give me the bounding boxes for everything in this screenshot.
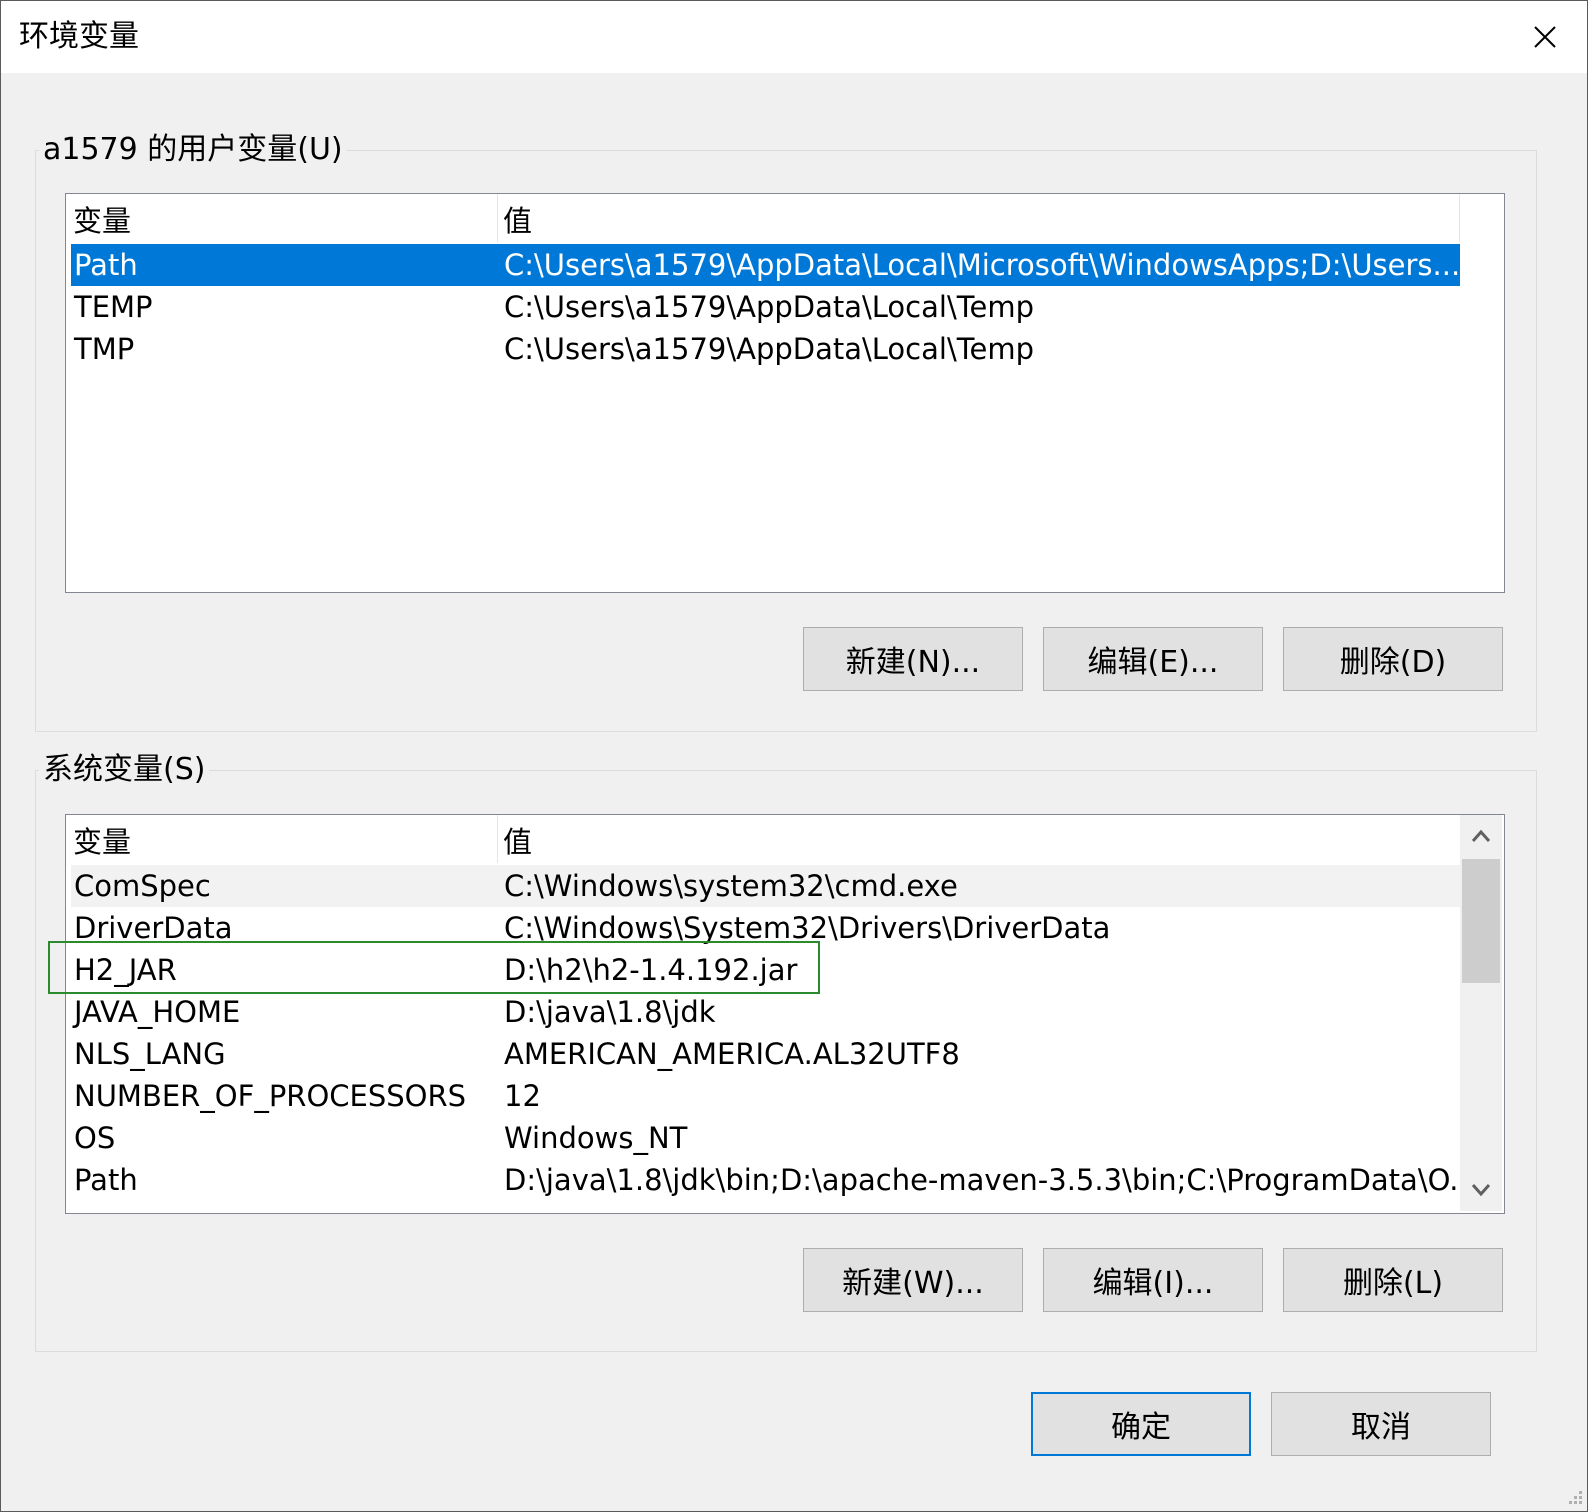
variable-value: C:\Windows\system32\cmd.exe	[504, 869, 958, 903]
variable-name: H2_JAR	[74, 953, 177, 987]
variable-value: Windows_NT	[504, 1121, 688, 1155]
table-row[interactable]: Path C:\Users\a1579\AppData\Local\Micros…	[71, 244, 1460, 286]
variable-value: C:\Users\a1579\AppData\Local\Temp	[504, 290, 1035, 324]
title-bar[interactable]: 环境变量	[1, 1, 1587, 73]
cancel-button[interactable]: 取消	[1271, 1392, 1491, 1456]
variable-name: Path	[74, 248, 138, 282]
column-separator[interactable]	[1459, 194, 1460, 242]
system-variables-list[interactable]: 变量 值 ComSpec C:\Windows\system32\cmd.exe…	[65, 814, 1505, 1214]
system-delete-button[interactable]: 删除(L)	[1283, 1248, 1503, 1312]
system-variables-label: 系统变量(S)	[39, 750, 210, 790]
column-header-name[interactable]: 变量	[73, 815, 131, 865]
close-button[interactable]	[1503, 1, 1587, 73]
column-header-value[interactable]: 值	[503, 815, 532, 865]
variable-name: DriverData	[74, 911, 233, 945]
variable-name: NUMBER_OF_PROCESSORS	[74, 1079, 467, 1113]
variable-value: C:\Users\a1579\AppData\Local\Microsoft\W…	[504, 248, 1461, 282]
scroll-down-button[interactable]	[1460, 1169, 1502, 1211]
column-header-name[interactable]: 变量	[73, 194, 131, 244]
variable-value: C:\Users\a1579\AppData\Local\Temp	[504, 332, 1035, 366]
variable-value: D:\java\1.8\jdk\bin;D:\apache-maven-3.5.…	[504, 1163, 1477, 1197]
scroll-up-button[interactable]	[1460, 815, 1502, 857]
user-edit-button[interactable]: 编辑(E)...	[1043, 627, 1263, 691]
table-row[interactable]: DriverData C:\Windows\System32\Drivers\D…	[71, 907, 1460, 949]
chevron-up-icon	[1471, 829, 1491, 842]
column-separator[interactable]	[497, 194, 498, 242]
variable-value: 12	[504, 1079, 541, 1113]
user-new-button[interactable]: 新建(N)...	[803, 627, 1023, 691]
ok-button[interactable]: 确定	[1031, 1392, 1251, 1456]
scroll-thumb[interactable]	[1462, 859, 1500, 983]
window-title: 环境变量	[19, 19, 139, 54]
table-row[interactable]: ComSpec C:\Windows\system32\cmd.exe	[71, 865, 1460, 907]
variable-value: C:\Windows\System32\Drivers\DriverData	[504, 911, 1111, 945]
table-row[interactable]: NUMBER_OF_PROCESSORS 12	[71, 1075, 1460, 1117]
environment-variables-dialog: 环境变量 a1579 的用户变量(U) 变量 值 Path C:\Users\a…	[0, 0, 1588, 1512]
variable-value: D:\h2\h2-1.4.192.jar	[504, 953, 798, 987]
user-delete-button[interactable]: 删除(D)	[1283, 627, 1503, 691]
vertical-scrollbar[interactable]	[1460, 815, 1502, 1211]
variable-name: TEMP	[74, 290, 153, 324]
variable-value: AMERICAN_AMERICA.AL32UTF8	[504, 1037, 960, 1071]
column-header-value[interactable]: 值	[503, 194, 532, 244]
system-new-button[interactable]: 新建(W)...	[803, 1248, 1023, 1312]
variable-name: JAVA_HOME	[74, 995, 241, 1029]
variable-name: NLS_LANG	[74, 1037, 226, 1071]
table-row[interactable]: NLS_LANG AMERICAN_AMERICA.AL32UTF8	[71, 1033, 1460, 1075]
variable-name: ComSpec	[74, 869, 211, 903]
table-row[interactable]: OS Windows_NT	[71, 1117, 1460, 1159]
close-icon	[1534, 26, 1556, 48]
column-separator[interactable]	[497, 815, 498, 863]
user-variables-list[interactable]: 变量 值 Path C:\Users\a1579\AppData\Local\M…	[65, 193, 1505, 593]
user-variables-header: 变量 值	[66, 194, 1504, 244]
table-row[interactable]: Path D:\java\1.8\jdk\bin;D:\apache-maven…	[71, 1159, 1477, 1201]
variable-name: Path	[74, 1163, 138, 1197]
variable-name: OS	[74, 1121, 116, 1155]
chevron-down-icon	[1471, 1184, 1491, 1197]
resize-grip-icon[interactable]	[1565, 1489, 1583, 1507]
table-row[interactable]: JAVA_HOME D:\java\1.8\jdk	[71, 991, 1460, 1033]
variable-name: TMP	[74, 332, 135, 366]
table-row[interactable]: TEMP C:\Users\a1579\AppData\Local\Temp	[71, 286, 1460, 328]
user-variables-label: a1579 的用户变量(U)	[39, 130, 347, 170]
system-variables-header: 变量 值	[66, 815, 1504, 865]
table-row[interactable]: TMP C:\Users\a1579\AppData\Local\Temp	[71, 328, 1460, 370]
variable-value: D:\java\1.8\jdk	[504, 995, 716, 1029]
table-row[interactable]: H2_JAR D:\h2\h2-1.4.192.jar	[71, 949, 1460, 991]
system-edit-button[interactable]: 编辑(I)...	[1043, 1248, 1263, 1312]
